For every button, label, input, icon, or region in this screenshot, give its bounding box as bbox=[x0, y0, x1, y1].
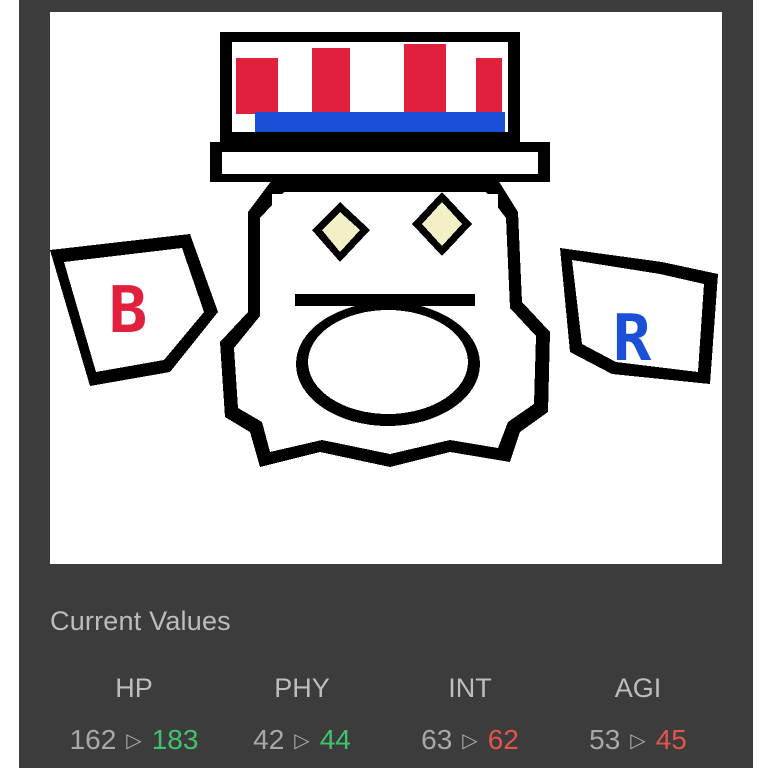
stat-values: 42 ▷ 44 bbox=[218, 720, 386, 761]
arrow-right-icon: ▷ bbox=[630, 730, 646, 752]
current-values-heading: Current Values bbox=[50, 606, 231, 636]
stat-current-value: 162 bbox=[69, 724, 117, 755]
top-hat-icon bbox=[210, 32, 550, 182]
stat-int: INT 63 ▷ 62 bbox=[386, 668, 554, 761]
stat-values: 63 ▷ 62 bbox=[386, 720, 554, 761]
stat-label: INT bbox=[448, 673, 492, 703]
arrow-right-icon: ▷ bbox=[462, 730, 478, 752]
stats-row: HP 162 ▷ 183 PHY 42 ▷ 44 INT 63 ▷ 62 AGI 53 ▷ 45 bbox=[50, 668, 722, 768]
ghost-body-icon bbox=[220, 180, 550, 467]
stat-phy: PHY 42 ▷ 44 bbox=[218, 668, 386, 761]
stat-agi: AGI 53 ▷ 45 bbox=[554, 668, 722, 761]
stat-label: PHY bbox=[274, 673, 330, 703]
character-artwork: B R bbox=[50, 12, 722, 564]
stat-current-value: 42 bbox=[253, 724, 285, 755]
arrow-right-icon: ▷ bbox=[294, 730, 310, 752]
stat-hp: HP 162 ▷ 183 bbox=[50, 668, 218, 761]
svg-text:R: R bbox=[613, 302, 652, 376]
right-flag-icon: R bbox=[560, 248, 718, 384]
stat-values: 53 ▷ 45 bbox=[554, 720, 722, 761]
stat-next-value: 45 bbox=[655, 724, 687, 755]
stat-current-value: 63 bbox=[421, 724, 453, 755]
stat-label: AGI bbox=[614, 673, 662, 703]
stat-next-value: 44 bbox=[319, 724, 351, 755]
left-flag-icon: B bbox=[50, 234, 218, 386]
svg-text:B: B bbox=[109, 274, 148, 348]
stat-next-value: 183 bbox=[151, 724, 199, 755]
arrow-right-icon: ▷ bbox=[126, 730, 142, 752]
character-sprite: B R bbox=[50, 32, 718, 467]
stat-label: HP bbox=[115, 673, 153, 703]
stat-current-value: 53 bbox=[589, 724, 621, 755]
stat-next-value: 62 bbox=[487, 724, 519, 755]
stat-values: 162 ▷ 183 bbox=[50, 720, 218, 761]
